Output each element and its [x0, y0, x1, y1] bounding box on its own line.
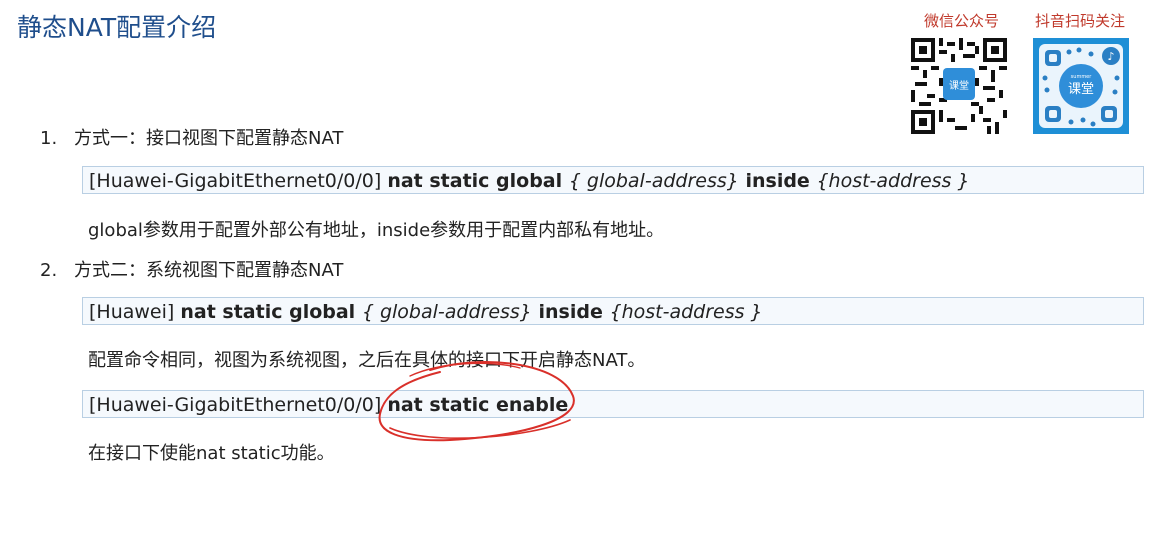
wechat-qr-label: 微信公众号 — [924, 12, 1000, 30]
description-1: global参数用于配置外部公有地址，inside参数用于配置内部私有地址。 — [88, 220, 665, 241]
step-1: 1. 方式一：接口视图下配置静态NAT — [40, 124, 343, 150]
cmd2-inside-keyword: inside — [531, 301, 610, 323]
cmd2-host-arg: {host-address } — [609, 301, 763, 323]
step-2-number: 2. — [40, 260, 58, 281]
step-1-number: 1. — [40, 128, 58, 149]
douyin-badge-small-text: summer — [1071, 74, 1093, 80]
douyin-qr-label: 抖音扫码关注 — [1035, 12, 1126, 30]
cmd1-global-arg: { global-address} — [568, 170, 739, 192]
command-box-3: [Huawei-GigabitEthernet0/0/0] nat static… — [82, 390, 1144, 418]
wechat-qr-code: 课堂 — [911, 38, 1007, 134]
step-2: 2. 方式二：系统视图下配置静态NAT — [40, 256, 343, 282]
description-3: 在接口下使能nat static功能。 — [88, 443, 335, 464]
page-title: 静态NAT配置介绍 — [17, 13, 217, 42]
cmd3-prefix: [Huawei-GigabitEthernet0/0/0] — [89, 394, 388, 416]
cmd1-host-arg: {host-address } — [816, 170, 970, 192]
cmd1-inside-keyword: inside — [738, 170, 817, 192]
wechat-badge-text: 课堂 — [949, 80, 969, 92]
step-1-text: 方式一：接口视图下配置静态NAT — [74, 128, 344, 149]
cmd2-prefix: [Huawei] — [89, 301, 181, 323]
cmd1-prefix: [Huawei-GigabitEthernet0/0/0] — [89, 170, 388, 192]
command-box-1: [Huawei-GigabitEthernet0/0/0] nat static… — [82, 166, 1144, 194]
command-box-2: [Huawei] nat static global { global-addr… — [82, 297, 1144, 325]
cmd2-keyword: nat static global — [180, 301, 362, 323]
douyin-badge-text: 课堂 — [1068, 82, 1094, 97]
cmd1-keyword: nat static global — [387, 170, 569, 192]
douyin-qr-code: ♪ summer 课堂 — [1033, 38, 1129, 134]
annotation-circle — [378, 361, 575, 442]
music-note-icon: ♪ — [1107, 50, 1114, 63]
cmd2-global-arg: { global-address} — [361, 301, 532, 323]
step-2-text: 方式二：系统视图下配置静态NAT — [74, 260, 344, 281]
